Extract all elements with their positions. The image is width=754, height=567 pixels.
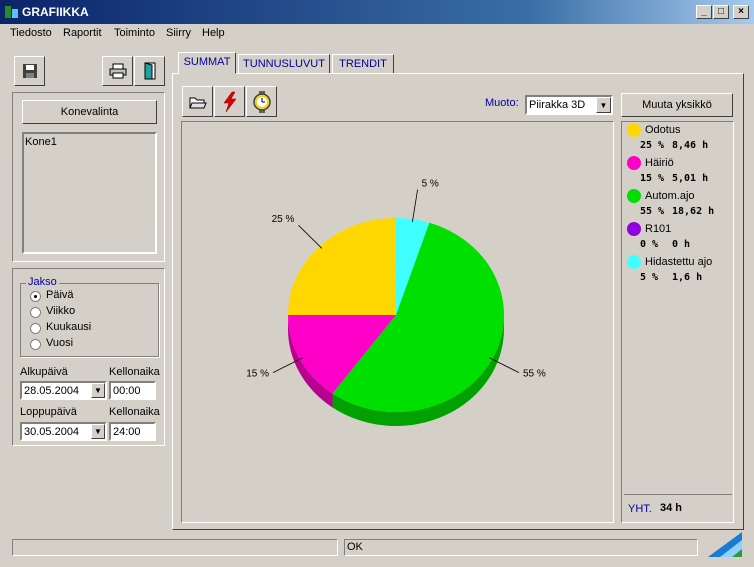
shape-dropdown[interactable]: ▼: [596, 97, 611, 113]
lightning-icon: [223, 91, 237, 113]
machine-list[interactable]: Kone1: [22, 132, 157, 254]
pie-data-label: 5 %: [422, 179, 439, 190]
start-date-dropdown[interactable]: ▼: [91, 383, 105, 398]
legend-swatch: [627, 123, 641, 137]
legend-percent: 0 %: [640, 239, 659, 250]
menu-tiedosto[interactable]: Tiedosto: [10, 27, 52, 39]
radio-day-label: Päivä: [46, 289, 74, 301]
status-left: [12, 539, 338, 556]
start-date-field[interactable]: 28.05.2004 ▼: [20, 381, 107, 400]
end-date-label: Loppupäivä: [20, 406, 77, 418]
minimize-button[interactable]: _: [696, 5, 712, 19]
change-unit-button[interactable]: Muuta yksikkö: [621, 93, 733, 117]
pie-data-label: 55 %: [523, 369, 546, 380]
legend-hours: 1,6 h: [672, 272, 703, 283]
legend-hours: 18,62 h: [672, 206, 715, 217]
print-button[interactable]: [102, 56, 133, 86]
open-folder-icon: [188, 97, 207, 109]
radio-week-label: Viikko: [46, 305, 76, 317]
radio-month-label: Kuukausi: [46, 321, 92, 333]
exit-door-icon: [144, 62, 155, 80]
menu-bar: Tiedosto Raportit Toiminto Siirry Help: [0, 24, 754, 44]
print-icon: [109, 63, 126, 79]
total-label: YHT.: [628, 503, 652, 515]
title-bar: GRAFIIKKA _ □ ×: [0, 0, 754, 24]
period-group: [20, 283, 159, 357]
time-button[interactable]: [246, 86, 277, 117]
legend-swatch: [627, 255, 641, 269]
machine-select-button[interactable]: Konevalinta: [22, 100, 157, 124]
legend-name: Odotus: [645, 124, 681, 136]
exit-button[interactable]: [134, 56, 165, 86]
legend-hours: 5,01 h: [672, 173, 709, 184]
radio-year-label: Vuosi: [46, 337, 74, 349]
pie-slice[interactable]: [288, 218, 396, 315]
legend-swatch: [627, 222, 641, 236]
app-logo-icon: [5, 6, 18, 18]
maximize-button[interactable]: □: [713, 5, 729, 19]
start-date-label: Alkupäivä: [20, 366, 68, 378]
radio-month[interactable]: [30, 323, 41, 334]
legend-swatch: [627, 189, 641, 203]
radio-year[interactable]: [30, 339, 41, 350]
legend-hours: 0 h: [672, 239, 691, 250]
menu-siirry[interactable]: Siirry: [166, 27, 191, 39]
start-time-label: Kellonaika: [109, 366, 160, 378]
menu-toiminto[interactable]: Toiminto: [114, 27, 155, 39]
total-value: 34 h: [660, 502, 683, 514]
window-title: GRAFIIKKA: [22, 5, 89, 19]
legend-divider: [624, 494, 732, 495]
start-time-value: 00:00: [113, 385, 141, 397]
logo-icon: [708, 532, 742, 557]
period-legend: Jakso: [26, 276, 59, 288]
legend-name: Häiriö: [645, 157, 674, 169]
end-time-field[interactable]: 24:00: [109, 422, 156, 441]
pie-leader-line: [411, 189, 418, 223]
legend-name: Autom.ajo: [645, 190, 695, 202]
menu-raportit[interactable]: Raportit: [63, 27, 102, 39]
stopwatch-icon: [252, 91, 271, 113]
legend-swatch: [627, 156, 641, 170]
shape-label: Muoto:: [485, 97, 519, 109]
legend-percent: 5 %: [640, 272, 659, 283]
list-item[interactable]: Kone1: [24, 134, 155, 150]
menu-help[interactable]: Help: [202, 27, 225, 39]
start-time-field[interactable]: 00:00: [109, 381, 156, 400]
legend-percent: 25 %: [640, 140, 665, 151]
save-icon: [22, 64, 37, 78]
legend-name: R101: [645, 223, 672, 235]
close-button[interactable]: ×: [733, 5, 749, 19]
end-time-value: 24:00: [113, 426, 141, 438]
start-date-value: 28.05.2004: [24, 385, 80, 397]
legend-percent: 55 %: [640, 206, 665, 217]
legend-hours: 8,46 h: [672, 140, 709, 151]
pie-data-label: 15 %: [246, 369, 269, 380]
legend-percent: 15 %: [640, 173, 665, 184]
end-date-value: 30.05.2004: [24, 426, 80, 438]
pie-leader-line: [298, 224, 323, 249]
tab-summat[interactable]: SUMMAT: [178, 52, 236, 74]
status-message: OK: [344, 539, 698, 556]
pie-data-label: 25 %: [272, 214, 295, 225]
end-date-field[interactable]: 30.05.2004 ▼: [20, 422, 107, 441]
shape-select[interactable]: Piirakka 3D ▼: [525, 95, 613, 115]
pie-chart: 5 % 55 % 15 % 25 %: [246, 179, 546, 426]
save-button[interactable]: [14, 56, 45, 86]
end-date-dropdown[interactable]: ▼: [91, 424, 105, 439]
open-button[interactable]: [182, 86, 213, 117]
disturbance-button[interactable]: [214, 86, 245, 117]
legend-name: Hidastettu ajo: [645, 256, 713, 268]
shape-select-value: Piirakka 3D: [529, 99, 586, 111]
tab-trendit[interactable]: TRENDIT: [332, 54, 394, 74]
tab-tunnusluvut[interactable]: TUNNUSLUVUT: [238, 54, 330, 74]
radio-week[interactable]: [30, 307, 41, 318]
radio-day[interactable]: [30, 291, 41, 302]
end-time-label: Kellonaika: [109, 406, 160, 418]
chart-area: 5 % 55 % 15 % 25 %: [181, 121, 614, 523]
